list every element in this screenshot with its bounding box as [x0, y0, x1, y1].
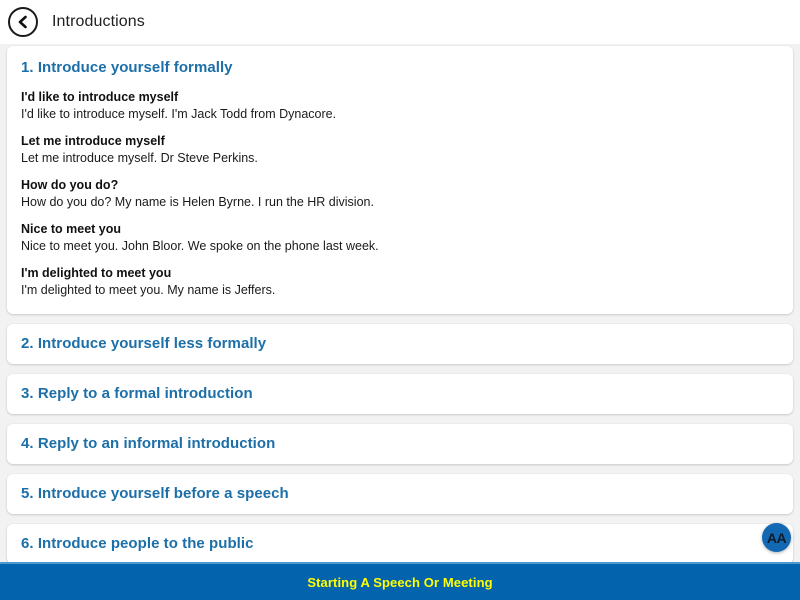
section-title-5[interactable]: 5. Introduce yourself before a speech — [21, 484, 779, 503]
phrase-heading: Nice to meet you — [21, 222, 122, 236]
phrase-item: I'd like to introduce myself I'd like to… — [21, 89, 779, 122]
section-title-3[interactable]: 3. Reply to a formal introduction — [21, 384, 779, 403]
phrase-item: I'm delighted to meet you I'm delighted … — [21, 265, 779, 298]
section-title-6[interactable]: 6. Introduce people to the public — [21, 534, 779, 553]
section-title-4[interactable]: 4. Reply to an informal introduction — [21, 434, 779, 453]
app-header: Introductions — [0, 0, 800, 44]
text-size-icon: AA — [766, 529, 787, 546]
page-title: Introductions — [52, 13, 145, 30]
back-button[interactable] — [8, 7, 38, 37]
chevron-left-icon — [16, 15, 30, 29]
phrase-example: I'd like to introduce myself. I'm Jack T… — [21, 107, 337, 121]
font-size-button[interactable]: AA — [762, 523, 791, 552]
section-card-5[interactable]: 5. Introduce yourself before a speech — [7, 474, 793, 514]
bottom-bar-label: Starting A Speech Or Meeting — [307, 574, 493, 590]
section-title-1[interactable]: 1. Introduce yourself formally — [21, 58, 779, 77]
phrase-heading: Let me introduce myself — [21, 134, 165, 148]
section-card-6[interactable]: 6. Introduce people to the public — [7, 524, 793, 562]
section-card-1[interactable]: 1. Introduce yourself formally I'd like … — [7, 46, 793, 314]
phrase-example: How do you do? My name is Helen Byrne. I… — [21, 195, 374, 209]
phrase-example: I'm delighted to meet you. My name is Je… — [21, 283, 276, 297]
phrase-heading: How do you do? — [21, 178, 119, 192]
bottom-navigation-bar[interactable]: Starting A Speech Or Meeting — [0, 562, 800, 600]
phrase-heading: I'd like to introduce myself — [21, 90, 179, 104]
phrase-item: How do you do? How do you do? My name is… — [21, 177, 779, 210]
section-title-2[interactable]: 2. Introduce yourself less formally — [21, 334, 779, 353]
section-card-4[interactable]: 4. Reply to an informal introduction — [7, 424, 793, 464]
phrase-heading: I'm delighted to meet you — [21, 266, 172, 280]
sections-list: 1. Introduce yourself formally I'd like … — [0, 44, 800, 562]
phrase-item: Let me introduce myself Let me introduce… — [21, 133, 779, 166]
section-card-2[interactable]: 2. Introduce yourself less formally — [7, 324, 793, 364]
phrase-example: Nice to meet you. John Bloor. We spoke o… — [21, 239, 379, 253]
section-card-3[interactable]: 3. Reply to a formal introduction — [7, 374, 793, 414]
phrase-example: Let me introduce myself. Dr Steve Perkin… — [21, 151, 258, 165]
phrase-item: Nice to meet you Nice to meet you. John … — [21, 221, 779, 254]
